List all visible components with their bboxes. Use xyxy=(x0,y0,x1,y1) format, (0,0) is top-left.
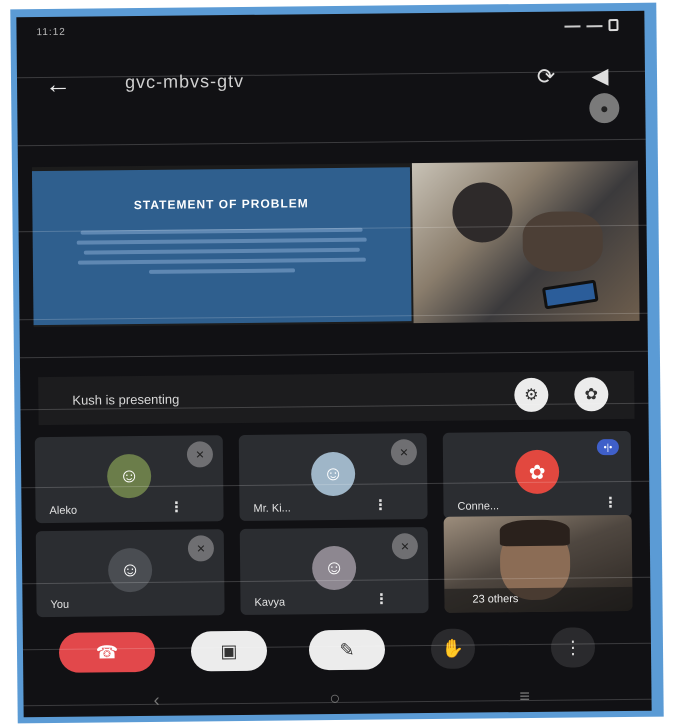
avatar: ☺ xyxy=(310,451,356,497)
mic-muted-icon: ✕ xyxy=(390,439,418,466)
participant-name: You xyxy=(50,598,70,611)
participant-name: Mr. Ki... xyxy=(253,502,291,515)
presenting-bar: Kush is presenting ⚙ ✿ xyxy=(38,370,635,426)
more-actions-button[interactable]: ⋮ xyxy=(550,627,596,668)
participant-tile[interactable]: ✕ ☺ Aleko ⋮ xyxy=(34,435,224,524)
more-options-icon[interactable]: ⋮ xyxy=(603,494,617,511)
participant-tile[interactable]: ✕ ☺ You xyxy=(35,529,225,618)
layout-icon[interactable]: ⚙ xyxy=(514,377,549,413)
speaker-icon[interactable]: ◀ xyxy=(585,61,615,91)
slide: STATEMENT OF PROBLEM xyxy=(31,167,412,326)
avatar: ✿ xyxy=(514,449,560,495)
status-icons xyxy=(564,19,619,32)
mic-muted-icon: ✕ xyxy=(187,535,215,562)
call-controls: ☎ ▣ ✎ ✋ ⋮ xyxy=(23,619,652,682)
more-options-icon[interactable]: ⋮ xyxy=(169,499,183,516)
slide-title: STATEMENT OF PROBLEM xyxy=(133,196,309,213)
avatar: ☺ xyxy=(311,545,357,591)
participant-name: Kavya xyxy=(254,596,286,609)
signal-icon xyxy=(564,19,581,28)
mic-toggle-button[interactable]: ✎ xyxy=(308,629,386,671)
meeting-header: ← gvc-mbvs-gtv ⟳ ◀ xyxy=(17,51,645,108)
more-options-icon[interactable]: ⋮ xyxy=(374,590,388,607)
battery-icon xyxy=(608,19,619,32)
wifi-icon xyxy=(586,19,603,28)
meeting-code[interactable]: gvc-mbvs-gtv xyxy=(125,71,244,93)
speaking-icon: •|• xyxy=(596,439,619,456)
status-bar: 11:12 xyxy=(16,11,644,46)
switch-camera-icon[interactable]: ⟳ xyxy=(531,62,561,92)
slide-photo xyxy=(411,160,640,324)
presenting-label: Kush is presenting xyxy=(72,391,180,408)
presentation-area: STATEMENT OF PROBLEM xyxy=(31,160,640,328)
others-count: 23 others xyxy=(444,586,633,613)
status-time: 11:12 xyxy=(36,26,66,39)
nav-home-icon[interactable]: ○ xyxy=(329,688,340,709)
camera-toggle-button[interactable]: ▣ xyxy=(190,630,268,672)
mic-muted-icon: ✕ xyxy=(186,441,214,468)
slide-body-text xyxy=(69,227,376,281)
others-tile[interactable]: 23 others xyxy=(443,514,633,613)
more-options-icon[interactable]: ⋮ xyxy=(373,496,387,513)
hand-raise-button[interactable]: ✋ xyxy=(430,628,476,669)
pin-icon[interactable]: ✿ xyxy=(574,377,609,412)
avatar: ☺ xyxy=(107,547,153,593)
participant-tile[interactable]: ✕ ☺ Kavya ⋮ xyxy=(239,527,429,615)
participant-tile[interactable]: •|• ✿ Conne... ⋮ xyxy=(442,430,632,519)
self-view-thumbnail[interactable]: ● xyxy=(589,92,620,124)
back-arrow-icon[interactable]: ← xyxy=(45,69,71,100)
end-call-button[interactable]: ☎ xyxy=(58,631,156,673)
phone-screen: 11:12 ← gvc-mbvs-gtv ⟳ ◀ ● STATEMENT OF … xyxy=(16,10,652,718)
participant-name: Aleko xyxy=(49,504,78,517)
participant-video-hair xyxy=(499,519,570,547)
participant-tile[interactable]: ✕ ☺ Mr. Ki... ⋮ xyxy=(238,433,428,521)
participant-name: Conne... xyxy=(457,500,500,513)
others-count-label: 23 others xyxy=(472,593,519,606)
mic-muted-icon: ✕ xyxy=(391,533,419,560)
avatar: ☺ xyxy=(106,453,152,499)
nav-back-icon[interactable]: ‹ xyxy=(153,690,159,711)
nav-recents-icon[interactable]: ≡ xyxy=(519,686,530,707)
